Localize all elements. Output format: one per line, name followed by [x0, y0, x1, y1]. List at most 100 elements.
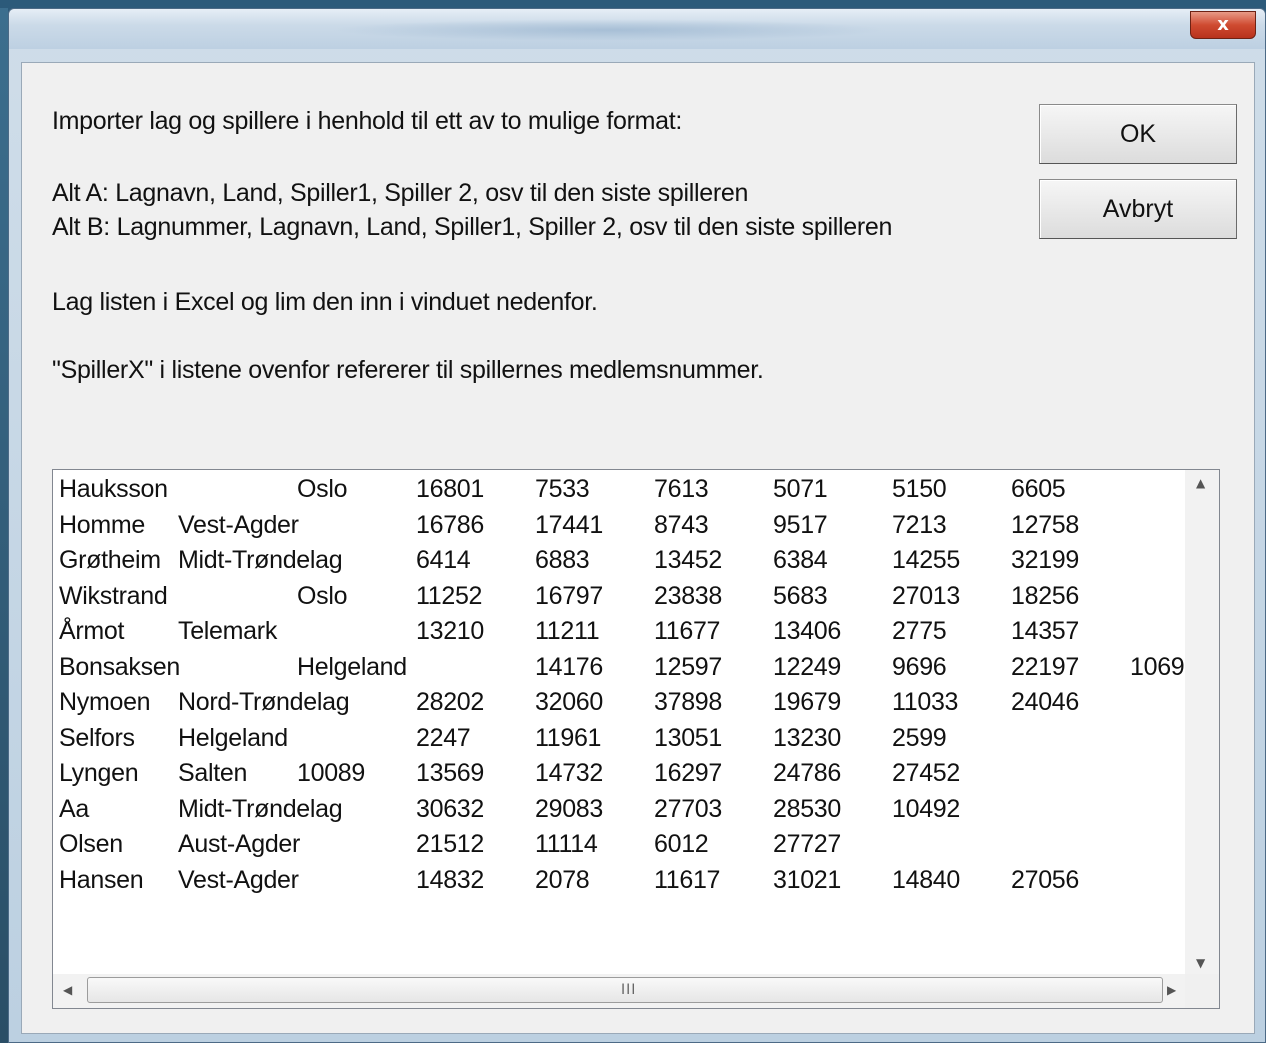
horizontal-scrollbar[interactable]: ◀ III ▶	[53, 974, 1185, 1008]
dialog-client-area: Importer lag og spillere i henhold til e…	[21, 62, 1255, 1034]
close-icon: x	[1217, 14, 1229, 35]
list-cell: Salten	[178, 759, 248, 787]
list-cell: 7213	[892, 510, 947, 539]
instruction-excel: Lag listen i Excel og lim den inn i vind…	[52, 288, 598, 316]
vertical-scrollbar[interactable]: ▲ ▼	[1185, 470, 1219, 980]
team-import-textbox[interactable]: Hauksson Oslo 16801 7533 7613 5071 5150 6605 Hom…	[52, 469, 1220, 1009]
list-row: Olsen Aust-Agder 21512 11114 6012 27727	[59, 827, 1189, 863]
list-cell: 14732	[535, 759, 604, 787]
list-cell: 28202	[416, 688, 485, 716]
list-cell: Aa	[59, 794, 89, 823]
list-cell: 6012	[654, 830, 709, 858]
list-cell: 14357	[1011, 617, 1080, 645]
list-cell: 5150	[892, 475, 947, 503]
list-cell: Årmot	[59, 617, 125, 645]
list-cell: 9696	[892, 652, 947, 681]
list-cell: Aust-Agder	[178, 830, 301, 858]
list-cell: 27452	[892, 759, 961, 787]
list-cell: 27013	[892, 581, 961, 610]
horizontal-scroll-thumb[interactable]: III	[87, 977, 1163, 1003]
title-glow	[329, 19, 889, 41]
list-cell: 11961	[535, 723, 602, 752]
list-cell: 14840	[892, 865, 961, 894]
list-cell: 13569	[416, 759, 485, 787]
list-cell: Helgeland	[297, 652, 407, 681]
list-row: Hauksson Oslo 16801 7533 7613 5071 5150 6605	[59, 472, 1189, 508]
scroll-left-icon[interactable]: ◀	[63, 983, 72, 997]
list-cell: 22197	[1011, 652, 1080, 681]
list-cell: 7533	[535, 475, 590, 503]
list-cell: 21512	[416, 830, 485, 858]
list-cell: 31021	[773, 865, 842, 894]
list-cell: 11211	[535, 617, 600, 645]
list-cell: 13230	[773, 723, 842, 752]
list-cell: 27703	[654, 794, 723, 823]
list-row: Bonsaksen Helgeland 14176 12597 12249 9696 221…	[59, 650, 1189, 686]
list-cell: 14176	[535, 652, 604, 681]
list-cell: 11033	[892, 688, 959, 716]
list-cell: Hansen	[59, 865, 144, 894]
list-cell: 10492	[892, 794, 961, 823]
list-cell: 6883	[535, 546, 590, 574]
list-cell: Homme	[59, 510, 146, 539]
list-cell: 17441	[535, 510, 604, 539]
close-button[interactable]: x	[1190, 11, 1256, 39]
list-cell: 10089	[297, 759, 366, 787]
team-list: Hauksson Oslo 16801 7533 7613 5071 5150 6605 Hom…	[59, 472, 1189, 972]
list-row: Lyngen Salten 10089 13569 14732 16297 24786 274…	[59, 756, 1189, 792]
desktop-edge	[0, 8, 8, 1043]
list-cell: 13051	[654, 723, 723, 752]
list-cell: 27056	[1011, 865, 1080, 894]
list-cell: 27727	[773, 830, 842, 858]
list-cell: 14832	[416, 865, 485, 894]
list-cell: Bonsaksen	[59, 652, 180, 681]
list-cell: 13210	[416, 617, 485, 645]
list-cell: 12597	[654, 652, 723, 681]
list-row: Årmot Telemark 13210 11211 11677 13406 2775 143…	[59, 614, 1189, 650]
scroll-down-icon[interactable]: ▼	[1196, 956, 1205, 970]
list-row: Homme Vest-Agder 16786 17441 8743 9517 7213 127…	[59, 508, 1189, 544]
list-cell: 5071	[773, 475, 828, 503]
list-row: Grøtheim Midt-Trøndelag 6414 6883 13452 6384 1…	[59, 543, 1189, 579]
list-row: Selfors Helgeland 2247 11961 13051 13230 2599	[59, 721, 1189, 757]
cancel-button[interactable]: Avbryt	[1039, 179, 1237, 239]
list-cell: Grøtheim	[59, 546, 161, 574]
list-cell: Lyngen	[59, 759, 139, 787]
list-cell: Olsen	[59, 830, 123, 858]
scroll-right-icon[interactable]: ▶	[1167, 983, 1176, 997]
list-cell: 11677	[654, 617, 721, 645]
list-cell: 37898	[654, 688, 723, 716]
title-bar[interactable]: x	[9, 9, 1265, 49]
list-cell: 32199	[1011, 546, 1080, 574]
list-cell: 2599	[892, 723, 947, 752]
instruction-alt-a: Alt A: Lagnavn, Land, Spiller1, Spiller …	[52, 179, 749, 207]
list-cell: 7613	[654, 475, 709, 503]
list-cell: 18256	[1011, 581, 1080, 610]
list-row: Hansen Vest-Agder 14832 2078 11617 31021 14840…	[59, 863, 1189, 899]
instruction-spillerx: "SpillerX" i listene ovenfor refererer t…	[52, 356, 764, 384]
list-cell: 8743	[654, 510, 709, 539]
grip-icon: III	[621, 982, 637, 998]
list-cell: Telemark	[178, 617, 278, 645]
list-cell: Oslo	[297, 581, 348, 610]
list-cell: Hauksson	[59, 475, 168, 503]
list-cell: 11617	[654, 865, 721, 894]
list-cell: Vest-Agder	[178, 510, 299, 539]
list-cell: 6414	[416, 546, 471, 574]
scroll-up-icon[interactable]: ▲	[1196, 476, 1205, 490]
list-cell: 12758	[1011, 510, 1080, 539]
list-cell: Nymoen	[59, 688, 151, 716]
list-cell: 30632	[416, 794, 485, 823]
list-cell: 32060	[535, 688, 604, 716]
list-cell: Oslo	[297, 475, 348, 503]
list-cell: 14255	[892, 546, 961, 574]
list-cell: 10692	[1130, 652, 1189, 681]
list-cell: Midt-Trøndelag	[178, 794, 343, 823]
import-dialog: x Importer lag og spillere i henhold til…	[8, 8, 1266, 1043]
list-cell: Helgeland	[178, 723, 288, 752]
list-cell: Wikstrand	[59, 581, 168, 610]
list-cell: 9517	[773, 510, 828, 539]
list-cell: 19679	[773, 688, 842, 716]
ok-button[interactable]: OK	[1039, 104, 1237, 164]
list-cell: 29083	[535, 794, 604, 823]
